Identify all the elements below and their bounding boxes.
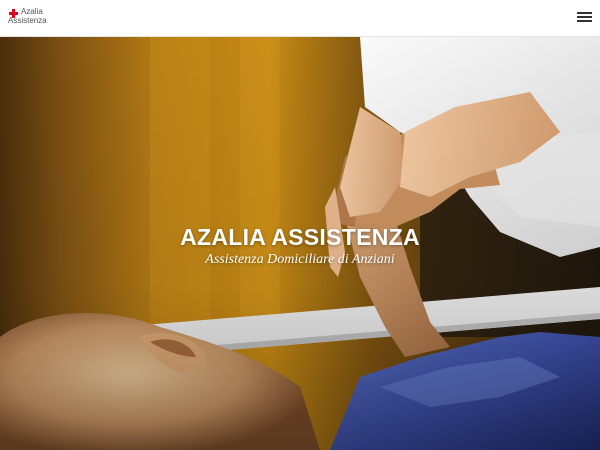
hero-section: AZALIA ASSISTENZA Assistenza Domiciliare… bbox=[0, 37, 600, 450]
site-header: Azalia Assistenza bbox=[0, 0, 600, 37]
logo-text-line2: Assistenza bbox=[8, 16, 47, 25]
site-logo[interactable]: Azalia Assistenza bbox=[8, 6, 68, 32]
hamburger-menu-icon[interactable] bbox=[576, 10, 594, 24]
hero-subtitle: Assistenza Domiciliare di Anziani bbox=[205, 252, 395, 267]
hero-title: AZALIA ASSISTENZA bbox=[180, 224, 420, 250]
